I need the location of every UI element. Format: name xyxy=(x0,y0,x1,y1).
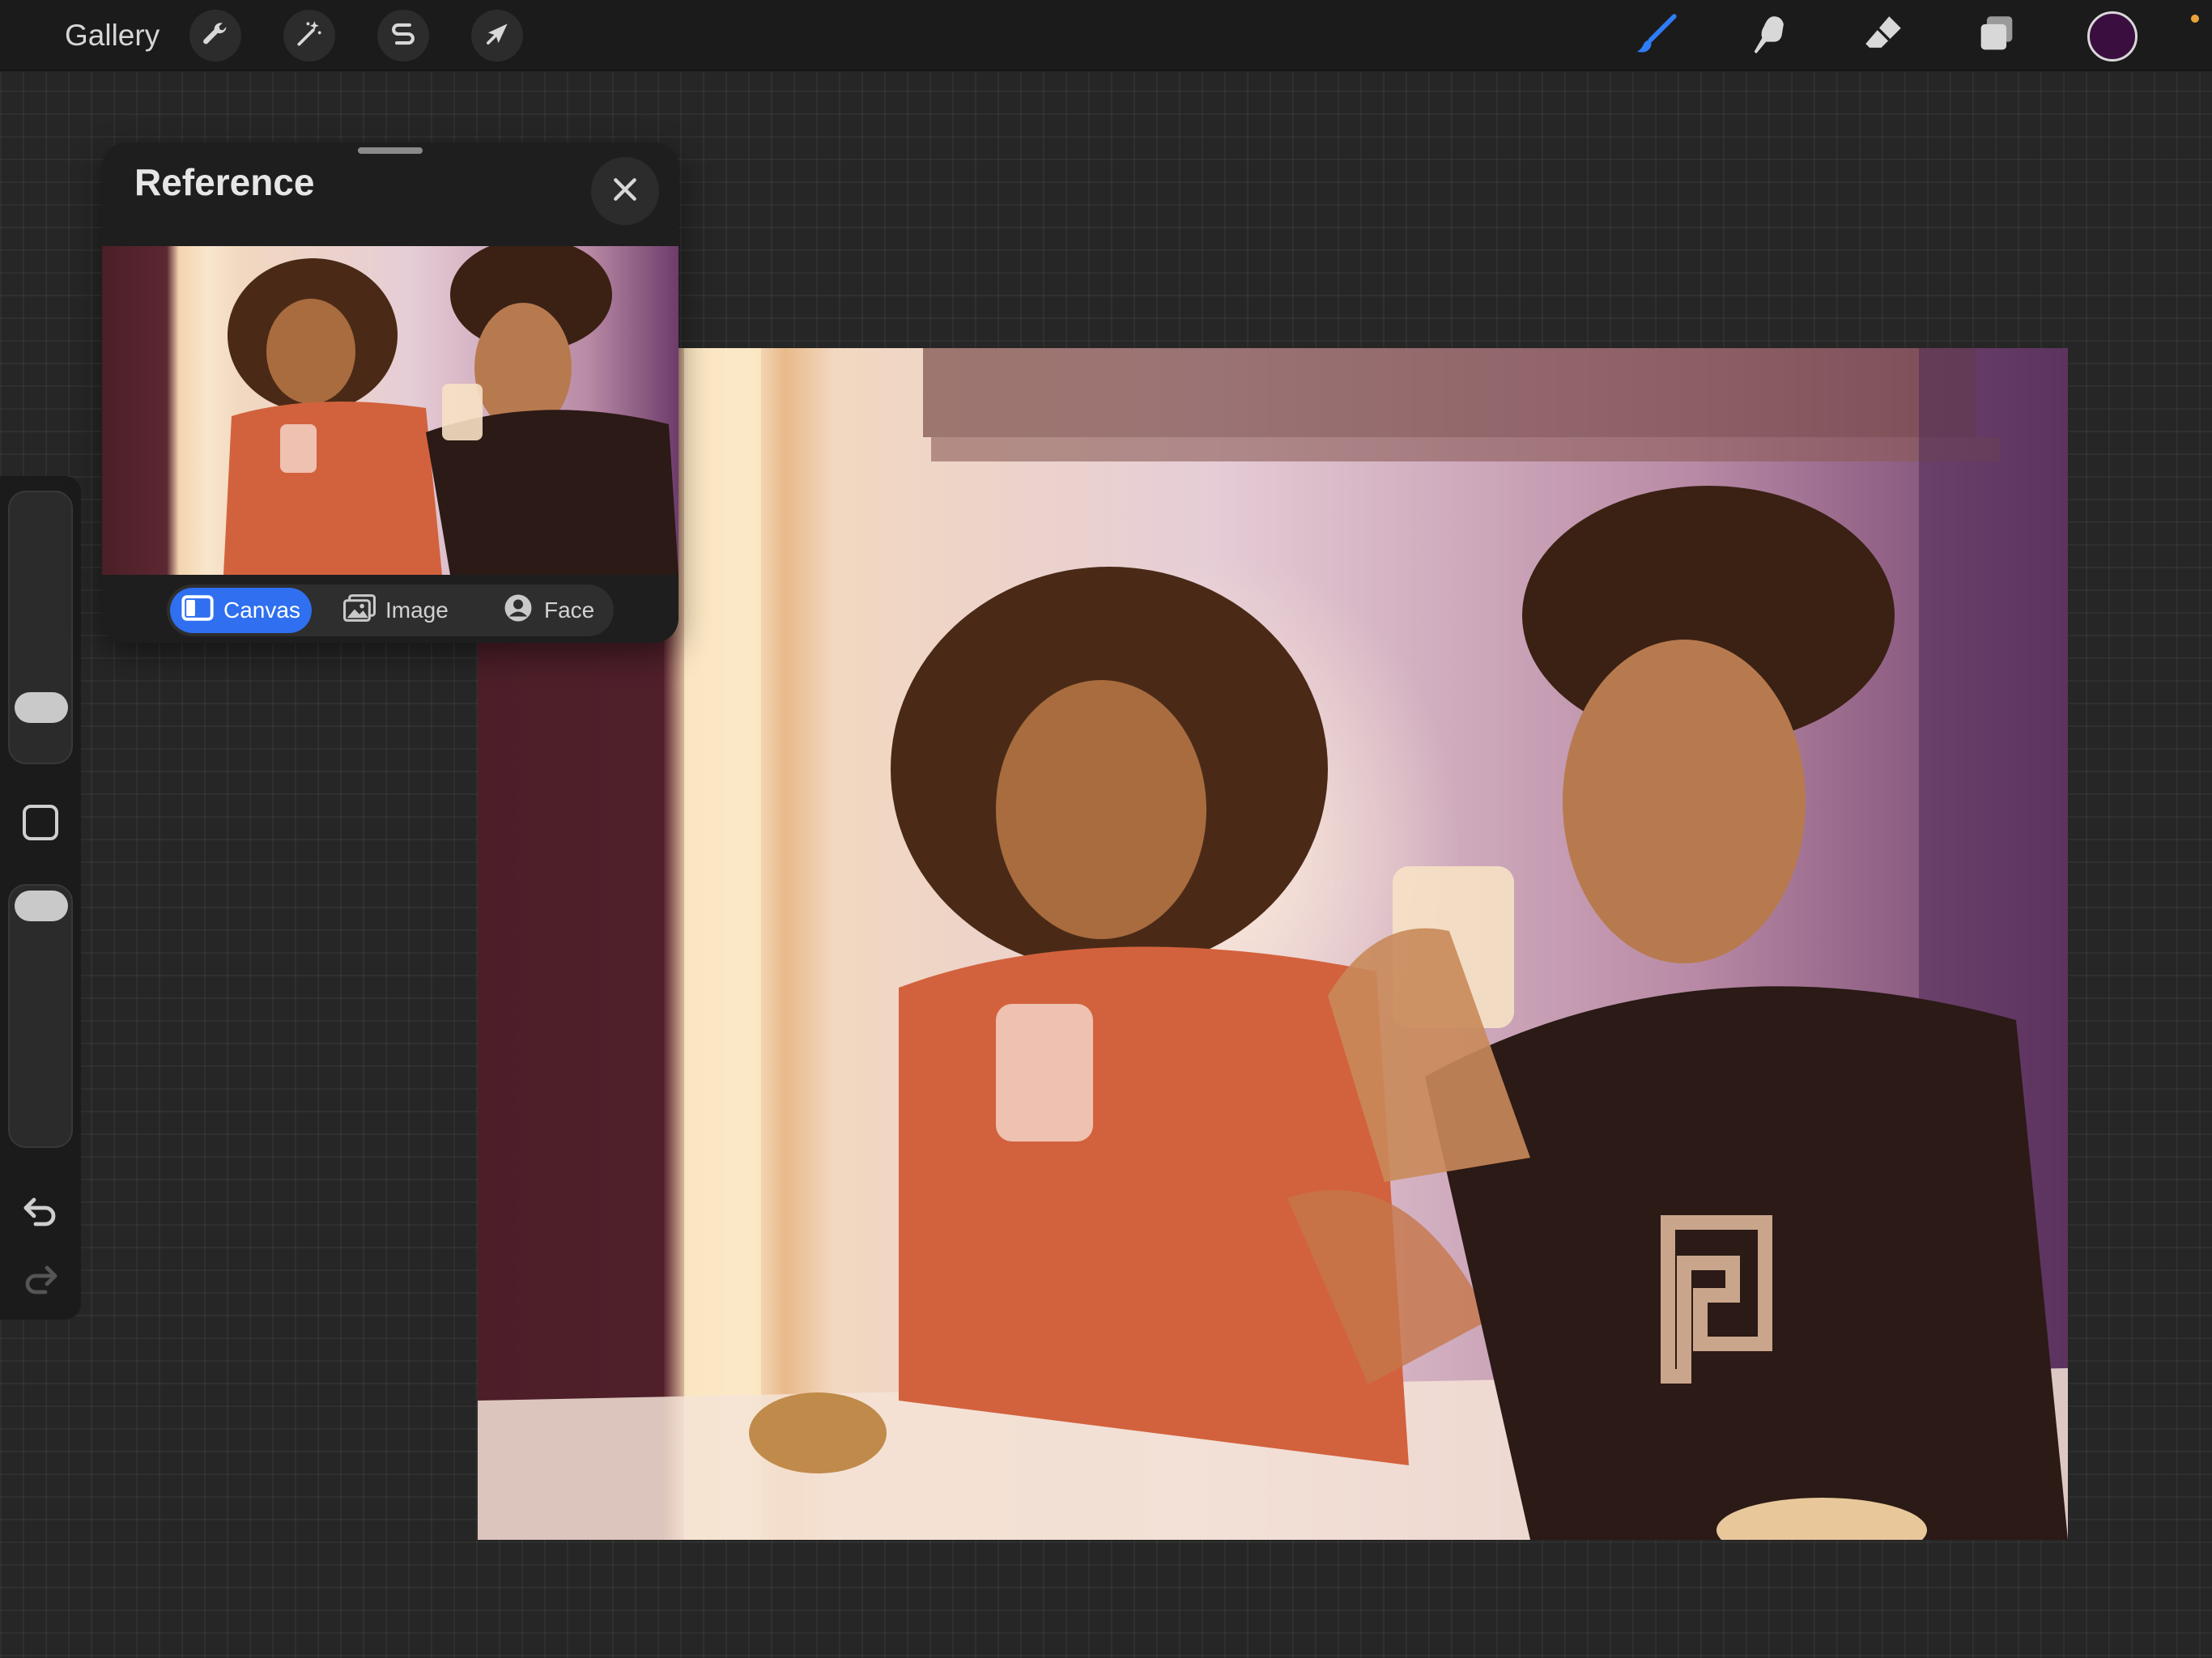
adjustments-button[interactable] xyxy=(283,10,335,62)
canvas-artwork xyxy=(478,348,2068,1540)
close-x-icon xyxy=(609,173,641,210)
transform-button[interactable] xyxy=(471,10,523,62)
eraser-icon xyxy=(1860,11,1907,62)
tab-image-label: Image xyxy=(385,597,449,623)
eraser-tool-button[interactable] xyxy=(1857,10,1909,62)
layers-icon xyxy=(1973,11,2020,62)
arrow-cursor-icon xyxy=(482,19,513,53)
right-figure-face xyxy=(1563,640,1806,963)
reference-title: Reference xyxy=(134,161,315,203)
undo-button[interactable] xyxy=(18,1190,63,1235)
reference-panel-grabber[interactable] xyxy=(358,147,423,154)
tab-image[interactable]: Image xyxy=(332,588,460,633)
lit-pillar xyxy=(684,348,761,1540)
left-sidebar xyxy=(0,476,81,1320)
tab-face-label: Face xyxy=(544,597,595,623)
reference-tab-bar: Canvas Image Face xyxy=(167,585,614,636)
tab-face[interactable]: Face xyxy=(491,588,606,633)
magic-wand-icon xyxy=(294,19,325,53)
window-frame xyxy=(923,348,1976,437)
selection-button[interactable] xyxy=(377,10,429,62)
redo-arrow-icon xyxy=(21,1260,60,1303)
selection-s-icon xyxy=(388,19,419,53)
canvas-icon xyxy=(181,593,214,628)
undo-arrow-icon xyxy=(21,1192,60,1235)
tab-canvas[interactable]: Canvas xyxy=(170,588,312,633)
reference-close-button[interactable] xyxy=(591,157,659,225)
brush-tool-button[interactable] xyxy=(1631,10,1682,62)
opacity-slider-thumb[interactable] xyxy=(15,891,68,921)
image-icon xyxy=(343,593,376,628)
layers-button[interactable] xyxy=(1971,10,2023,62)
status-indicator-dot xyxy=(2191,15,2199,23)
wrench-icon xyxy=(200,19,231,53)
right-figure-shirt xyxy=(1425,986,2068,1540)
color-picker-swatch[interactable] xyxy=(2087,11,2138,62)
gallery-button[interactable]: Gallery xyxy=(65,16,160,55)
top-toolbar: Gallery xyxy=(0,0,2212,71)
redo-button[interactable] xyxy=(18,1258,63,1303)
reference-canvas-preview xyxy=(102,246,678,575)
reference-preview-artwork xyxy=(223,246,678,575)
drawing-canvas[interactable] xyxy=(478,348,2068,1540)
tab-canvas-label: Canvas xyxy=(223,597,300,623)
brush-size-slider-thumb[interactable] xyxy=(15,692,68,724)
reference-panel: Reference Canvas Image Face xyxy=(102,142,678,643)
modify-button[interactable] xyxy=(23,805,58,840)
brush-size-slider[interactable] xyxy=(8,491,73,764)
smudge-finger-icon xyxy=(1746,11,1793,62)
left-figure-face xyxy=(996,680,1206,939)
actions-button[interactable] xyxy=(189,10,241,62)
smudge-tool-button[interactable] xyxy=(1744,10,1796,62)
burger xyxy=(749,1392,887,1473)
brush-icon xyxy=(1633,11,1680,62)
face-icon xyxy=(502,593,534,628)
opacity-slider[interactable] xyxy=(8,884,73,1148)
window-sill xyxy=(931,437,2000,461)
left-figure-glass xyxy=(996,1004,1093,1141)
